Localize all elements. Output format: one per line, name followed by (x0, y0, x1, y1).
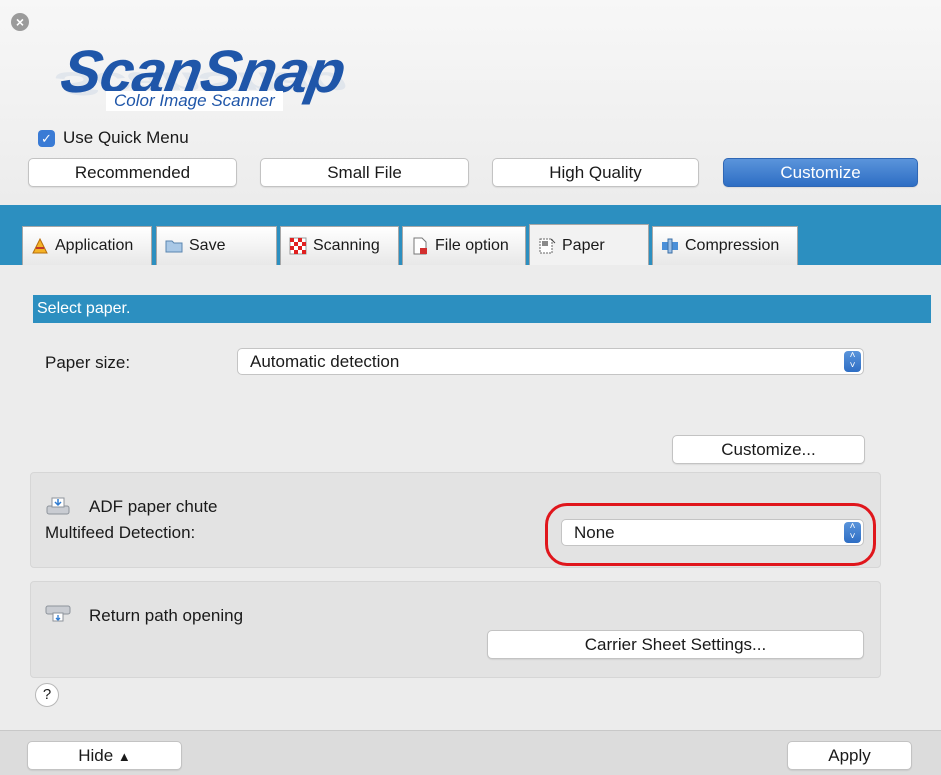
quick-menu-checkbox[interactable]: ✓ (38, 129, 55, 147)
highlight-annotation (545, 503, 876, 566)
customize-paper-button[interactable]: Customize... (672, 435, 865, 464)
help-button[interactable]: ? (35, 683, 59, 707)
paper-icon (539, 238, 556, 253)
paper-size-value: Automatic detection (250, 352, 400, 371)
tab-label: Paper (562, 236, 605, 254)
checker-icon (289, 237, 307, 255)
adf-title: ADF paper chute (89, 497, 218, 516)
tab-label: Compression (685, 237, 780, 254)
return-path-scanner-icon (45, 605, 71, 622)
scansnap-setup-window: × ScanSnap ScanSnap Color Image Scanner … (0, 0, 941, 775)
settings-tab-bar: Application Save Scanning File option Pa… (0, 205, 941, 266)
folder-icon (165, 240, 183, 253)
scansnap-logo: ScanSnap ScanSnap Color Image Scanner (51, 38, 452, 132)
return-path-title: Return path opening (89, 606, 244, 625)
document-icon (413, 237, 427, 255)
paper-size-select[interactable]: Automatic detection ˄ ˅ (237, 348, 864, 375)
tab-scanning[interactable]: Scanning (280, 226, 399, 265)
mode-recommended-button[interactable]: Recommended (28, 158, 237, 187)
compression-icon (662, 238, 678, 254)
tab-label: File option (435, 237, 509, 254)
footer-bar: Hide ▲ Apply (0, 730, 941, 775)
tab-application[interactable]: Application (22, 226, 152, 265)
quick-menu-label: Use Quick Menu (63, 128, 189, 147)
header: × ScanSnap ScanSnap Color Image Scanner … (0, 0, 941, 205)
tab-compression[interactable]: Compression (652, 226, 798, 265)
use-quick-menu-option[interactable]: ✓ Use Quick Menu (38, 128, 189, 148)
close-button[interactable]: × (11, 13, 29, 31)
hide-button[interactable]: Hide ▲ (27, 741, 182, 770)
paper-size-label: Paper size: (45, 353, 131, 372)
tab-save[interactable]: Save (156, 226, 277, 265)
adf-scanner-icon (46, 497, 70, 515)
section-title-bar: Select paper. (33, 295, 931, 323)
carrier-sheet-settings-button[interactable]: Carrier Sheet Settings... (487, 630, 864, 659)
select-stepper-icon: ˄ ˅ (844, 351, 861, 372)
tab-file-option[interactable]: File option (402, 226, 526, 265)
apply-button[interactable]: Apply (787, 741, 912, 770)
tab-paper[interactable]: Paper (529, 224, 649, 266)
mode-customize-button[interactable]: Customize (723, 158, 918, 187)
tab-label: Scanning (313, 237, 380, 254)
mode-high-quality-button[interactable]: High Quality (492, 158, 699, 187)
logo-subtitle: Color Image Scanner (106, 91, 283, 111)
hide-label: Hide (78, 746, 114, 765)
tab-label: Save (189, 237, 226, 254)
chevron-up-icon: ▲ (117, 749, 131, 764)
application-icon (32, 237, 48, 254)
multifeed-detection-label: Multifeed Detection: (45, 523, 196, 542)
mode-small-file-button[interactable]: Small File (260, 158, 469, 187)
tab-label: Application (55, 237, 134, 254)
